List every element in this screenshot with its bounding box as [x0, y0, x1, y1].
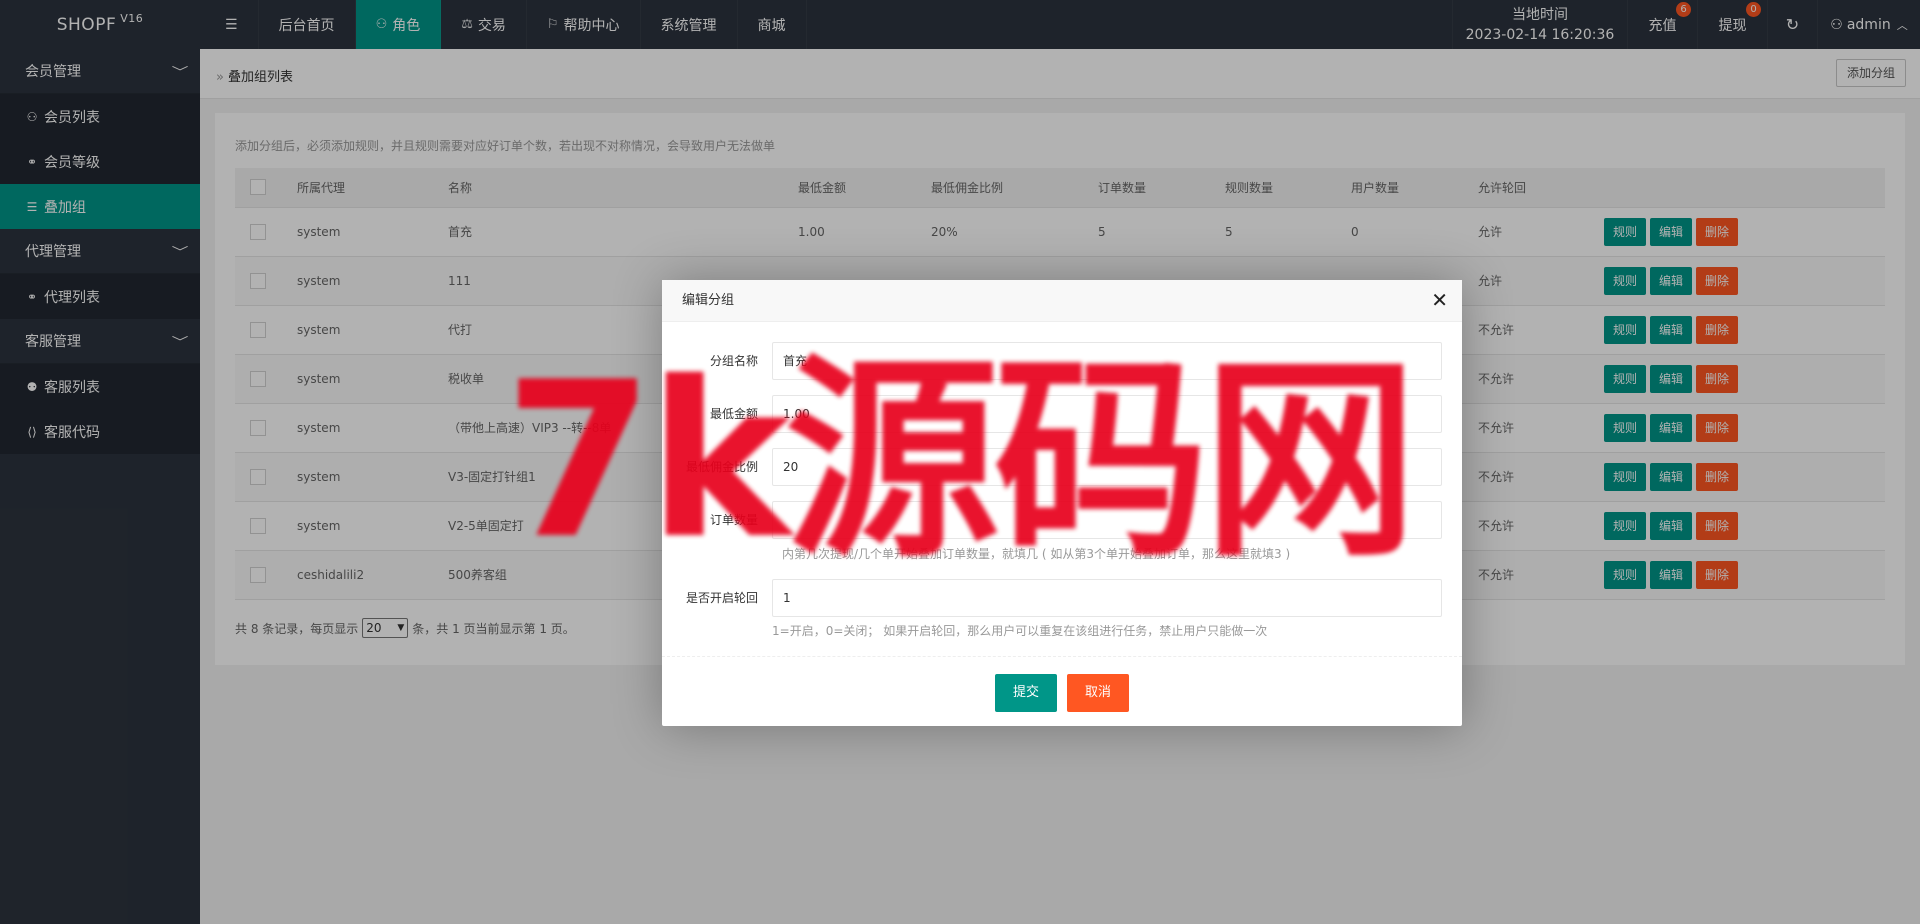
watermark: 7k源码网	[504, 334, 1418, 586]
close-icon[interactable]: ✕	[1431, 290, 1448, 310]
cycle-hint: 1=开启，0=关闭； 如果开启轮回，那么用户可以重复在该组进行任务，禁止用户只能…	[772, 624, 1268, 638]
dialog-divider	[662, 656, 1462, 657]
dialog-title: 编辑分组	[662, 280, 1462, 322]
cancel-button[interactable]: 取消	[1067, 674, 1130, 712]
dialog-footer: 提交 取消	[662, 674, 1462, 712]
submit-button[interactable]: 提交	[994, 674, 1057, 712]
